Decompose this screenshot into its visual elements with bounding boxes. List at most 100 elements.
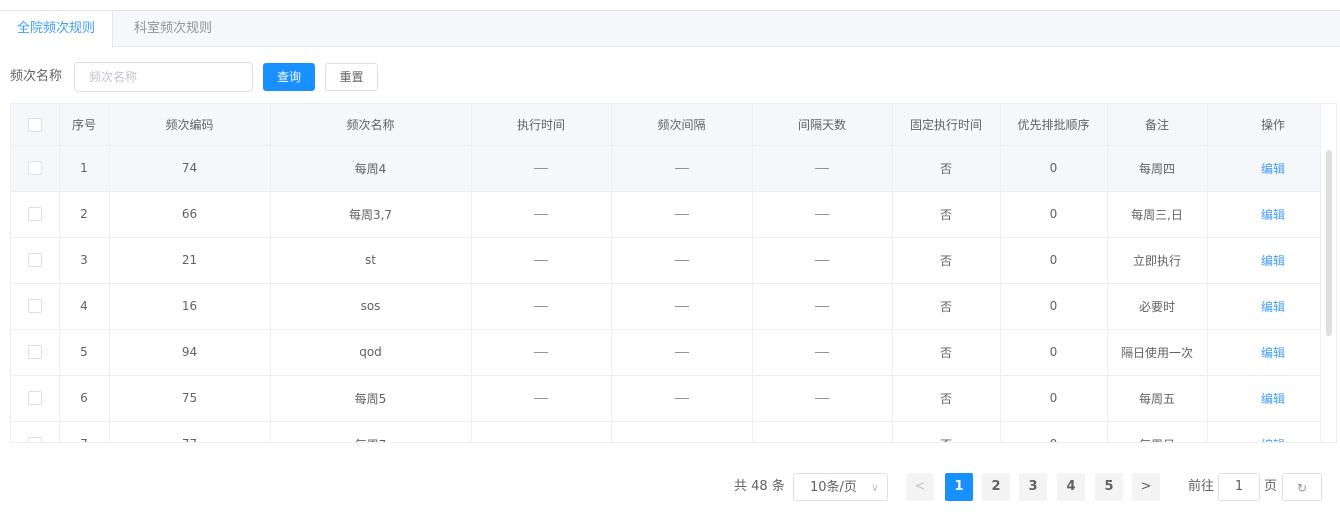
empty-dash bbox=[674, 214, 689, 215]
cell-interval bbox=[611, 237, 753, 284]
cell-index: 6 bbox=[59, 375, 110, 422]
edit-link[interactable]: 编辑 bbox=[1261, 254, 1285, 268]
cell-fixed-time: 否 bbox=[892, 145, 1001, 192]
edit-link[interactable]: 编辑 bbox=[1261, 300, 1285, 314]
cell-index: 5 bbox=[59, 329, 110, 376]
column-header: 固定执行时间 bbox=[892, 104, 1001, 146]
prev-page-button[interactable]: < bbox=[906, 473, 934, 501]
cell-exec-time bbox=[471, 421, 612, 442]
column-header: 操作 bbox=[1207, 104, 1336, 146]
column-header: 备注 bbox=[1107, 104, 1208, 146]
page-button-2[interactable]: 2 bbox=[982, 473, 1010, 501]
row-checkbox[interactable] bbox=[27, 299, 42, 314]
cell-interval-days bbox=[752, 329, 893, 376]
goto-page-input[interactable] bbox=[1218, 473, 1260, 501]
row-select-cell[interactable] bbox=[11, 375, 60, 422]
row-checkbox[interactable] bbox=[27, 253, 42, 268]
column-header: 频次编码 bbox=[109, 104, 271, 146]
select-all-cell[interactable] bbox=[11, 104, 60, 146]
cell-name: sos bbox=[270, 283, 472, 330]
cell-fixed-time: 否 bbox=[892, 237, 1001, 284]
empty-dash bbox=[534, 168, 548, 169]
reset-button[interactable]: 重置 bbox=[325, 63, 378, 91]
cell-interval bbox=[611, 375, 753, 422]
cell-priority: 0 bbox=[1000, 375, 1108, 422]
table-row[interactable]: 1 74 每周4 否 0 每周四 编辑 bbox=[11, 145, 1336, 192]
cell-action: 编辑 bbox=[1207, 283, 1336, 330]
row-select-cell[interactable] bbox=[11, 191, 60, 238]
empty-dash bbox=[534, 398, 548, 399]
empty-dash bbox=[674, 260, 689, 261]
refresh-icon: ↻ bbox=[1296, 481, 1308, 495]
edit-link[interactable]: 编辑 bbox=[1261, 208, 1285, 222]
cell-remark: 必要时 bbox=[1107, 283, 1208, 330]
row-select-cell[interactable] bbox=[11, 329, 60, 376]
edit-link[interactable]: 编辑 bbox=[1261, 438, 1285, 443]
cell-priority: 0 bbox=[1000, 421, 1108, 442]
cell-action: 编辑 bbox=[1207, 237, 1336, 284]
column-header: 间隔天数 bbox=[752, 104, 893, 146]
next-page-button[interactable]: > bbox=[1132, 473, 1160, 501]
cell-fixed-time: 否 bbox=[892, 375, 1001, 422]
cell-fixed-time: 否 bbox=[892, 283, 1001, 330]
row-select-cell[interactable] bbox=[11, 421, 60, 442]
select-all-checkbox[interactable] bbox=[27, 117, 42, 132]
cell-interval-days bbox=[752, 191, 893, 238]
cell-name: 每周3,7 bbox=[270, 191, 472, 238]
table-row[interactable]: 777每周7否0每周日编辑 bbox=[11, 421, 1336, 443]
cell-interval-days bbox=[752, 145, 893, 192]
refresh-button[interactable]: ↻ bbox=[1282, 473, 1322, 501]
table-row[interactable]: 5 94 qod 否 0 隔日使用一次 编辑 bbox=[11, 329, 1336, 376]
edit-link[interactable]: 编辑 bbox=[1261, 162, 1285, 176]
page-suffix: 页 bbox=[1264, 479, 1278, 494]
page-button-1[interactable]: 1 bbox=[945, 473, 973, 501]
cell-exec-time bbox=[471, 191, 612, 238]
cell-code: 21 bbox=[109, 237, 271, 284]
empty-dash bbox=[815, 260, 829, 261]
cell-remark: 每周五 bbox=[1107, 375, 1208, 422]
empty-dash bbox=[674, 306, 689, 307]
cell-interval bbox=[611, 329, 753, 376]
table-row[interactable]: 2 66 每周3,7 否 0 每周三,日 编辑 bbox=[11, 191, 1336, 238]
row-select-cell[interactable] bbox=[11, 283, 60, 330]
page-size-select[interactable]: 10条/页 ∨ bbox=[793, 473, 888, 501]
page-button-5[interactable]: 5 bbox=[1095, 473, 1123, 501]
table-row[interactable]: 6 75 每周5 否 0 每周五 编辑 bbox=[11, 375, 1336, 422]
cell-interval bbox=[611, 283, 753, 330]
column-header: 频次名称 bbox=[270, 104, 472, 146]
table-row[interactable]: 3 21st 否 0 立即执行 编辑 bbox=[11, 237, 1336, 284]
empty-dash bbox=[815, 168, 829, 169]
page-button-3[interactable]: 3 bbox=[1019, 473, 1047, 501]
cell-index: 7 bbox=[59, 421, 110, 442]
row-select-cell[interactable] bbox=[11, 237, 60, 284]
row-select-cell[interactable] bbox=[11, 145, 60, 192]
row-checkbox[interactable] bbox=[27, 207, 42, 222]
scrollbar-thumb[interactable] bbox=[1326, 150, 1332, 336]
column-header: 频次间隔 bbox=[611, 104, 753, 146]
edit-link[interactable]: 编辑 bbox=[1261, 392, 1285, 406]
table-row[interactable]: 4 16 sos 否 0 必要时 编辑 bbox=[11, 283, 1336, 330]
cell-action: 编辑 bbox=[1207, 191, 1336, 238]
row-checkbox[interactable] bbox=[27, 161, 42, 176]
row-checkbox[interactable] bbox=[27, 345, 42, 360]
cell-action: 编辑 bbox=[1207, 375, 1336, 422]
tab-hospital-frequency-rules[interactable]: 全院频次规则 bbox=[0, 11, 113, 48]
row-checkbox[interactable] bbox=[27, 437, 42, 442]
cell-interval-days bbox=[752, 283, 893, 330]
frequency-name-input[interactable] bbox=[74, 62, 253, 92]
cell-priority: 0 bbox=[1000, 191, 1108, 238]
edit-link[interactable]: 编辑 bbox=[1261, 346, 1285, 360]
cell-action: 编辑 bbox=[1207, 145, 1336, 192]
empty-dash bbox=[534, 352, 548, 353]
vertical-scrollbar[interactable] bbox=[1320, 104, 1336, 442]
query-button[interactable]: 查询 bbox=[263, 63, 315, 91]
page-button-4[interactable]: 4 bbox=[1057, 473, 1085, 501]
row-checkbox[interactable] bbox=[27, 391, 42, 406]
total-count: 共 48 条 bbox=[734, 479, 785, 494]
page-size-value: 10条/页 bbox=[810, 480, 857, 495]
cell-action: 编辑 bbox=[1207, 329, 1336, 376]
tab-department-frequency-rules[interactable]: 科室频次规则 bbox=[114, 11, 232, 48]
cell-index: 4 bbox=[59, 283, 110, 330]
empty-dash bbox=[815, 398, 829, 399]
cell-fixed-time: 否 bbox=[892, 191, 1001, 238]
